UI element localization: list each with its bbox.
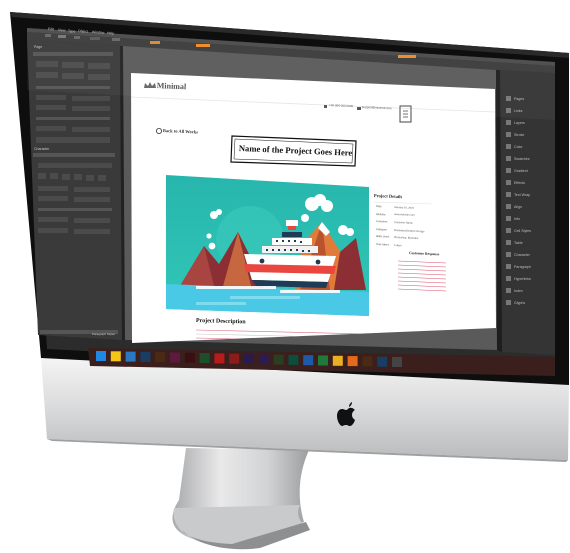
header-phone: +00 000 000 0000: [328, 103, 354, 109]
panel-paragraph-styles-label: Paragraph Styles: [92, 332, 116, 336]
detail-value: Customer Name: [393, 221, 413, 225]
detail-label: Time taken:: [375, 243, 390, 247]
description-heading: Project Description: [195, 318, 246, 326]
detail-label: Website:: [375, 212, 387, 217]
detail-label: Date:: [375, 205, 383, 209]
menu-edit[interactable]: Edit: [48, 27, 54, 32]
menu-window[interactable]: Window: [92, 30, 105, 35]
back-link[interactable]: Back to All Works: [163, 128, 198, 135]
menu-object[interactable]: Object: [78, 29, 88, 34]
site-logo-text[interactable]: Minimal: [157, 81, 187, 91]
testimonial-heading: Customer Response: [408, 251, 440, 257]
panel-character-label: Character: [34, 147, 50, 151]
header-email[interactable]: support@minimal.com: [362, 105, 392, 110]
detail-value: Photoshop, Illustrator: [393, 236, 419, 241]
project-title: Name of the Project Goes Here: [238, 143, 353, 158]
menu-type[interactable]: Type: [68, 29, 76, 34]
detail-value[interactable]: www.website.com: [394, 213, 415, 217]
menu-help[interactable]: Help: [107, 31, 114, 36]
detail-value: January 01, 2015: [393, 205, 415, 210]
detail-label: Category:: [375, 227, 388, 232]
detail-value: 5 days: [393, 243, 402, 248]
project-details-heading: Project Details: [373, 193, 403, 200]
detail-label: Skills Used:: [375, 235, 390, 239]
panel-page-label: Page: [34, 45, 43, 49]
detail-label: Customer:: [375, 220, 389, 224]
detail-value: Illustration/Graphic Design: [393, 228, 425, 233]
screen-text-layer: Edit View Type Object Window Help Page C…: [0, 0, 570, 553]
menu-view[interactable]: View: [58, 28, 66, 33]
